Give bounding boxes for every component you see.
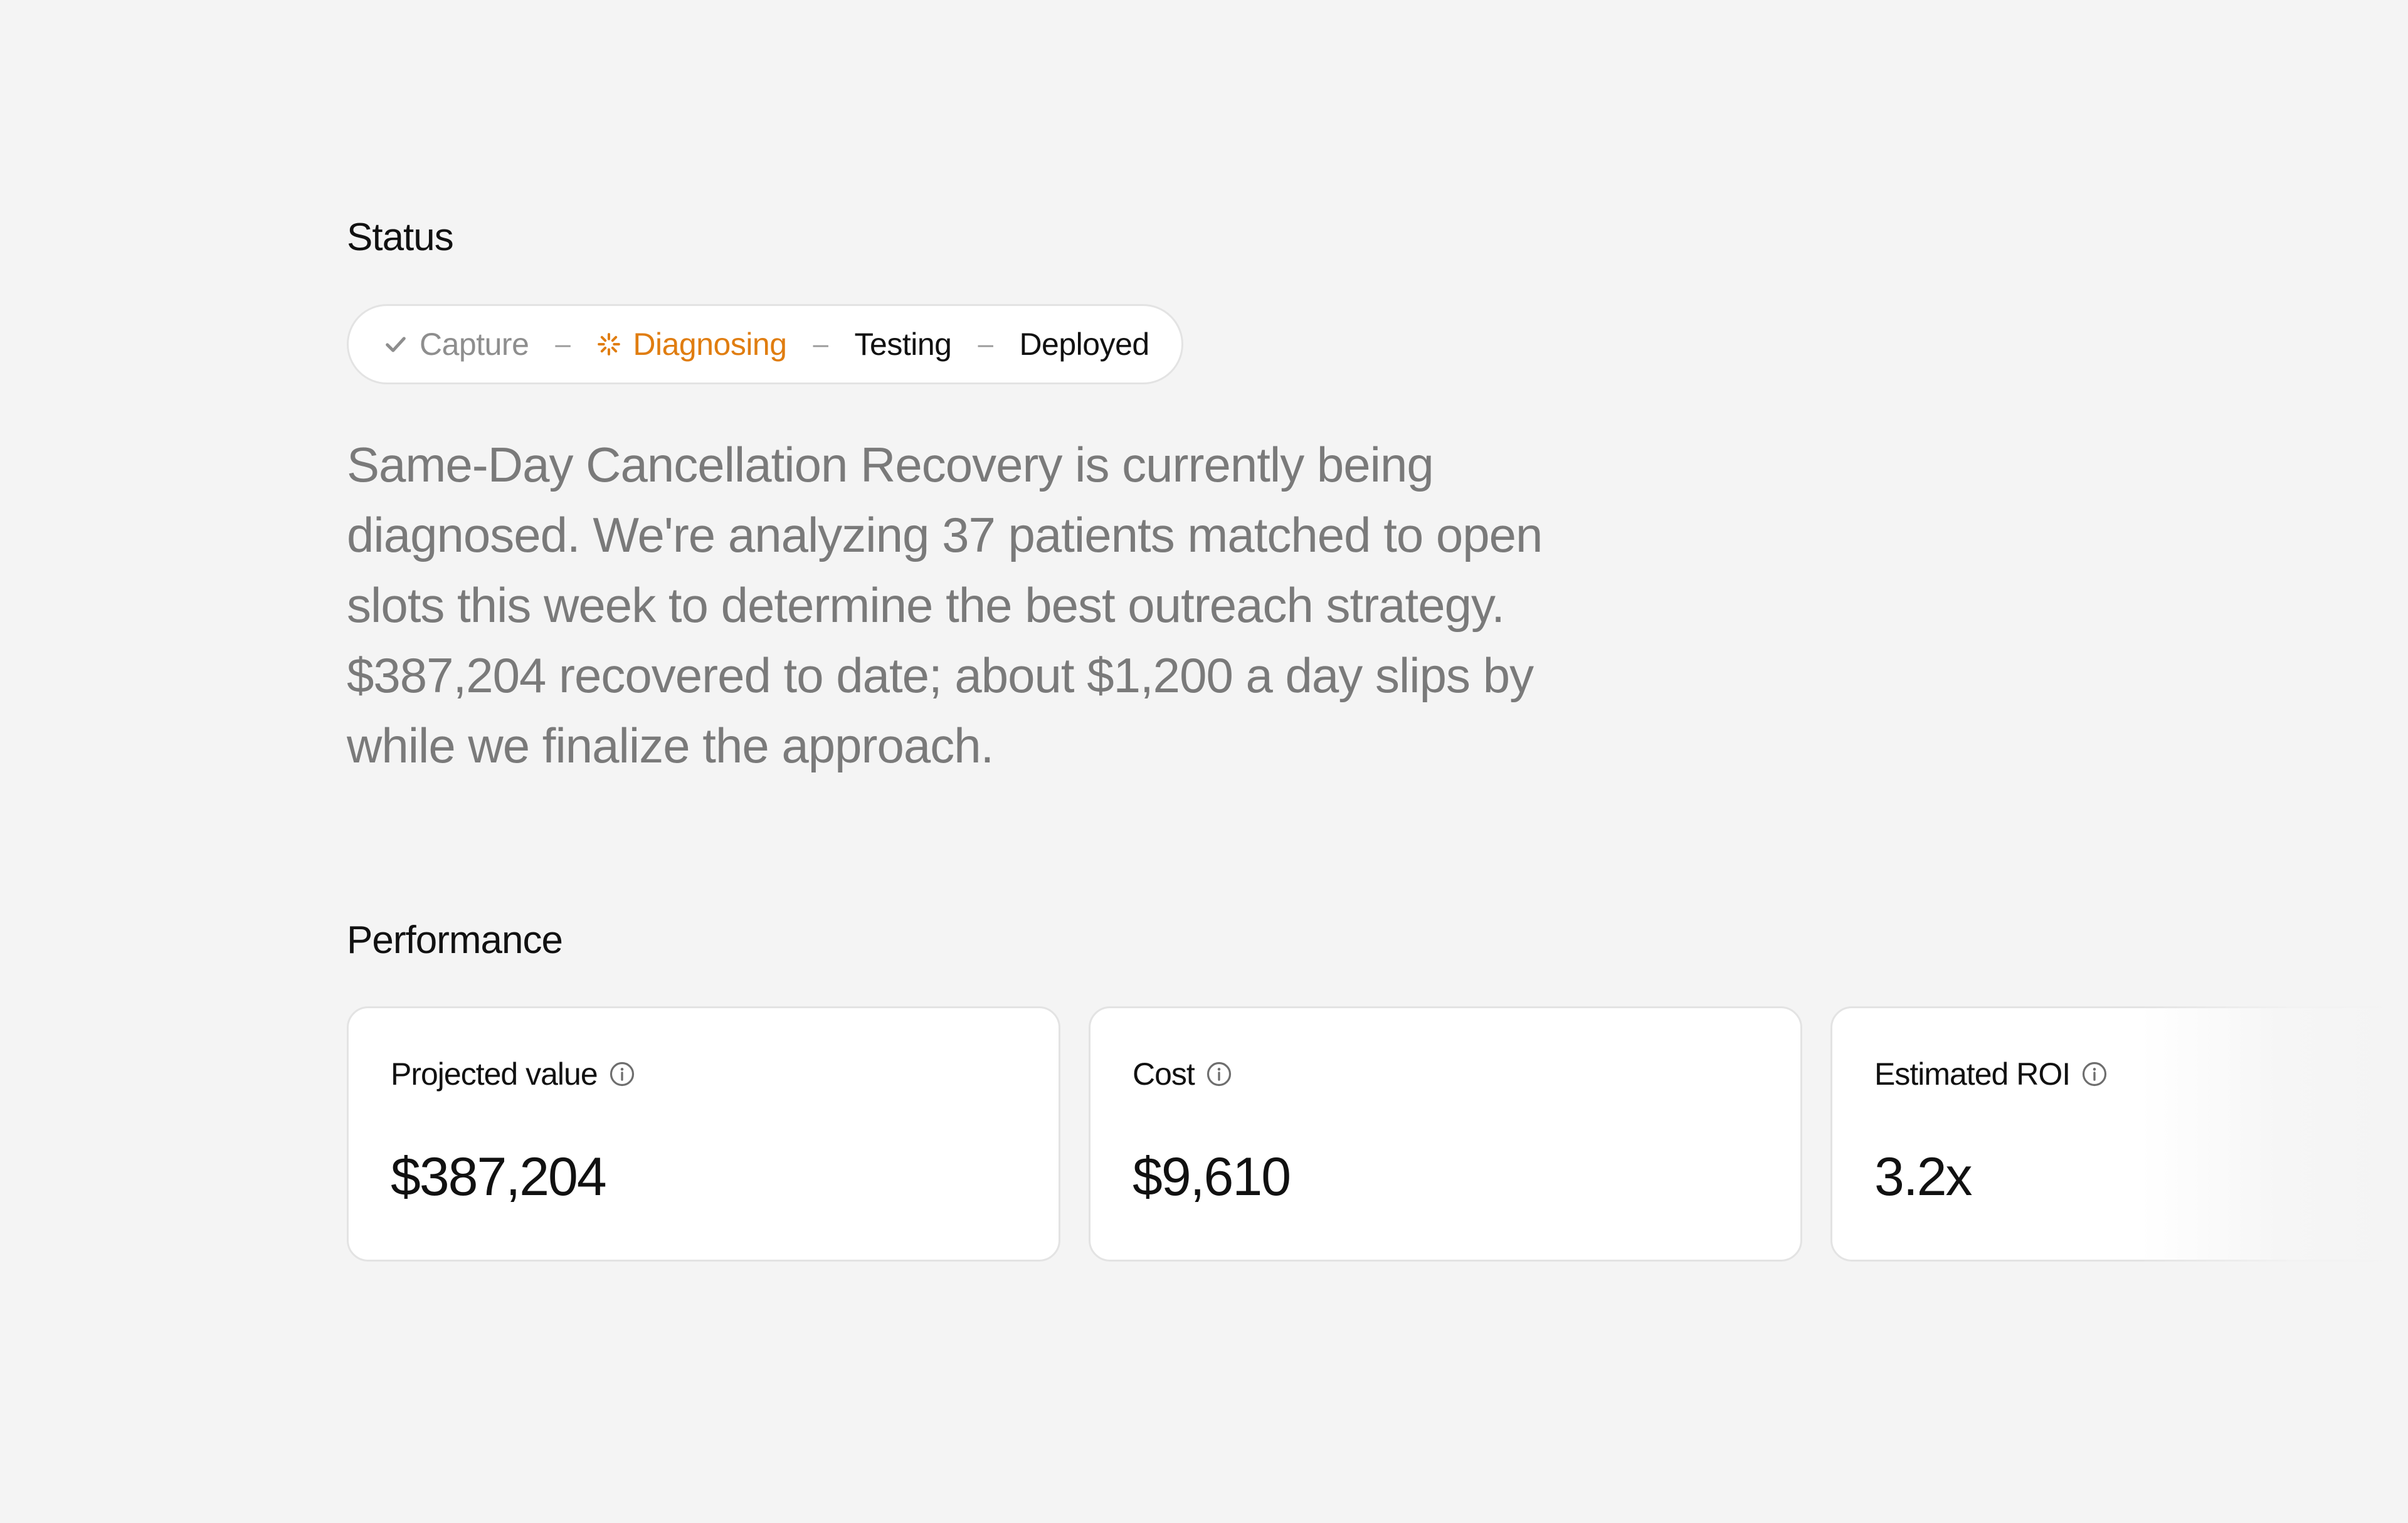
spinner-icon [596,332,621,357]
estimated-roi-amount: 3.2x [1874,1147,1973,1207]
step-diagnosing: Diagnosing [596,326,787,362]
metric-cards: Projected value $387,204 Cost $9,610 Est… [347,1006,2408,1263]
performance-heading: Performance [347,919,563,962]
status-pipeline: Capture – Diagnosing – Testing – Deploye… [347,304,1183,384]
step-deployed: Deployed [1019,326,1149,362]
metric-card-label: Projected value [391,1056,635,1092]
metric-card-label: Estimated ROI [1874,1056,2108,1092]
info-icon[interactable] [2081,1061,2108,1087]
step-testing: Testing [855,326,952,362]
status-heading: Status [347,216,454,259]
estimated-roi-label: Estimated ROI [1874,1057,2071,1092]
step-separator: – [813,329,828,359]
check-icon [383,332,408,357]
info-icon[interactable] [609,1061,635,1087]
status-description: Same-Day Cancellation Recovery is curren… [347,437,1543,773]
metric-card-cost: Cost $9,610 [1089,1006,1802,1262]
step-separator: – [978,329,993,359]
page: Status Capture – Diagnosing – Testing – … [0,0,2408,1523]
cost-label: Cost [1133,1057,1195,1092]
metric-card-projected-value: Projected value $387,204 [347,1006,1060,1262]
cost-amount: $9,610 [1133,1147,1291,1207]
metric-card-label: Cost [1133,1056,1232,1092]
step-separator: – [555,329,571,359]
step-deployed-label: Deployed [1019,327,1149,362]
step-testing-label: Testing [854,327,952,362]
step-capture: Capture [383,326,529,362]
metric-card-estimated-roi: Estimated ROI 3.2x [1830,1006,2408,1262]
projected-value-label: Projected value [391,1057,598,1092]
step-capture-label: Capture [420,327,529,362]
projected-value-amount: $387,204 [391,1147,607,1207]
step-diagnosing-label: Diagnosing [633,327,787,362]
info-icon[interactable] [1206,1061,1232,1087]
